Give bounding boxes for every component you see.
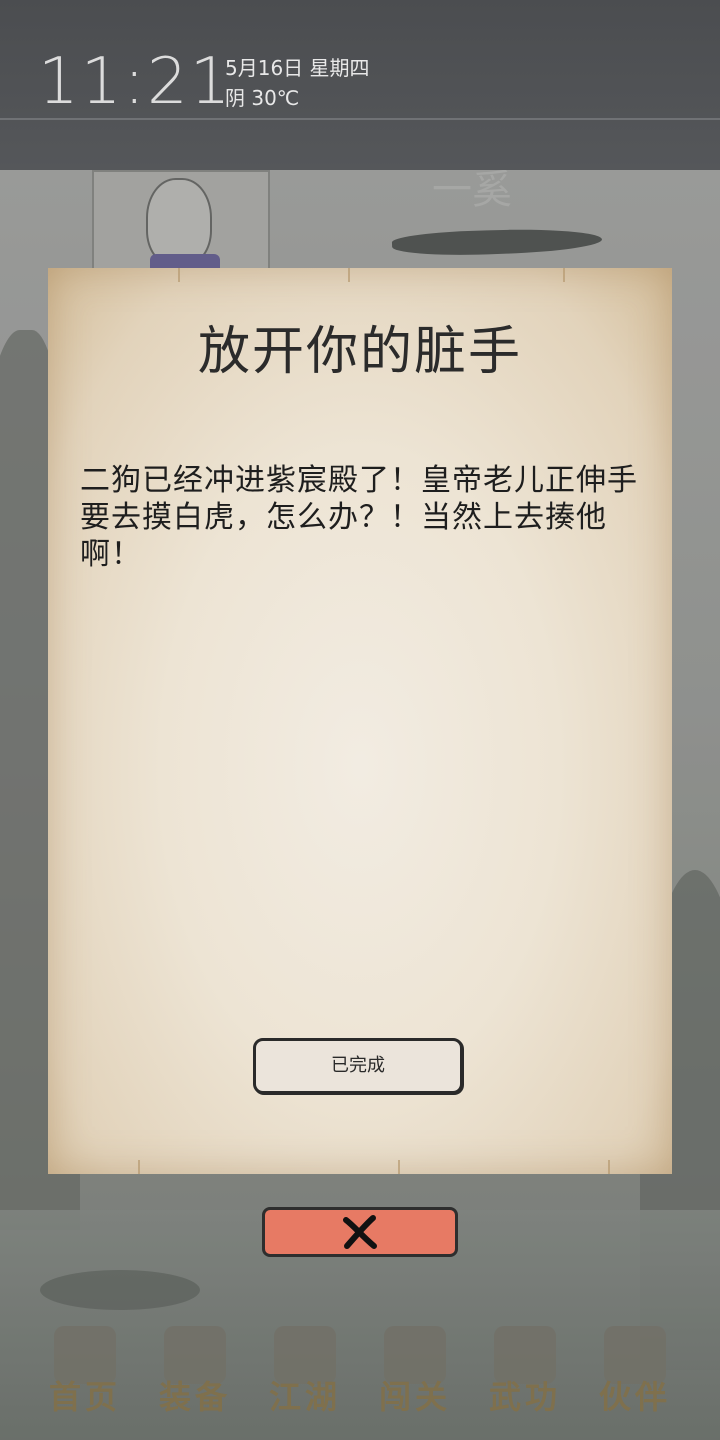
- close-icon: [343, 1215, 377, 1249]
- status-date: 5月16日 星期四: [225, 56, 370, 80]
- parchment-crack: [348, 268, 350, 282]
- close-button[interactable]: [262, 1207, 458, 1257]
- dialog-title: 放开你的脏手: [197, 322, 522, 382]
- parchment-crack: [138, 1160, 140, 1174]
- status-bar: 11:21 5月16日 星期四 阴 30℃: [0, 0, 720, 170]
- parchment-crack: [178, 268, 180, 282]
- parchment-crack: [563, 268, 565, 282]
- parchment-crack: [398, 1160, 400, 1174]
- status-divider: [0, 118, 720, 120]
- done-button[interactable]: 已完成: [253, 1038, 463, 1094]
- quest-dialog: 放开你的脏手 二狗已经冲进紫宸殿了！皇帝老儿正伸手要去摸白虎，怎么办？！当然上去…: [48, 268, 672, 1174]
- parchment-crack: [608, 1160, 610, 1174]
- status-weather: 阴 30℃: [225, 86, 300, 110]
- clock: 11:21: [38, 45, 233, 119]
- dialog-body: 二狗已经冲进紫宸殿了！皇帝老儿正伸手要去摸白虎，怎么办？！当然上去揍他啊！: [80, 463, 638, 572]
